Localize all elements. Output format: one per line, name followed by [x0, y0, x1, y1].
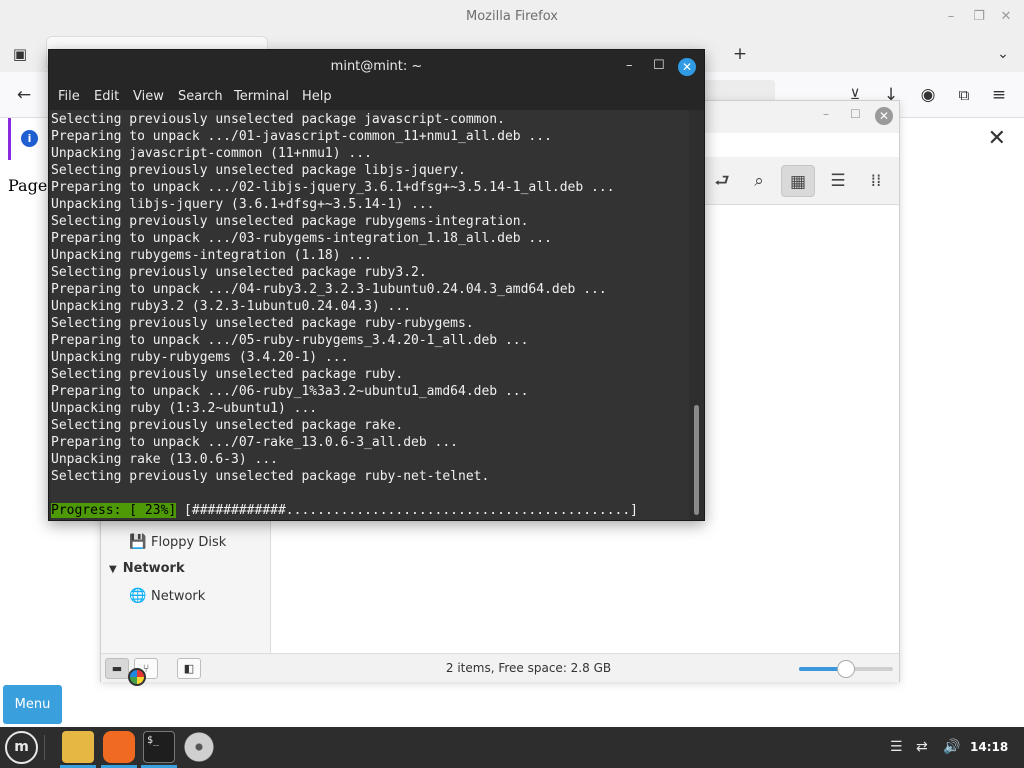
zoom-slider-handle[interactable]: [837, 660, 855, 678]
toggle-location-icon[interactable]: ⮐: [705, 165, 739, 197]
terminal-line: Unpacking libjs-jquery (3.6.1+dfsg+~3.5.…: [51, 197, 435, 212]
terminal-output[interactable]: Selecting previously unselected package …: [51, 110, 689, 520]
extensions-icon[interactable]: ⧉: [953, 84, 975, 106]
terminal-titlebar: mint@mint: ~ – ☐ ✕: [49, 50, 704, 84]
terminal-line: Selecting previously unselected package …: [51, 214, 529, 229]
notes-icon[interactable]: ☰: [890, 739, 903, 755]
terminal-line: Selecting previously unselected package …: [51, 265, 427, 280]
menu-file[interactable]: File: [58, 89, 80, 104]
progress-line: Progress: [ 23%] [############..........…: [51, 502, 638, 519]
minimize-icon[interactable]: –: [942, 9, 960, 24]
minimize-icon[interactable]: –: [626, 58, 633, 73]
sidebar-section-label: Network: [122, 561, 185, 576]
terminal-line: Selecting previously unselected package …: [51, 469, 490, 484]
floppy-icon: 💾: [129, 534, 147, 550]
terminal-window: mint@mint: ~ – ☐ ✕ File Edit View Search…: [48, 49, 705, 521]
clock[interactable]: 14:18: [970, 740, 1008, 754]
menu-edit[interactable]: Edit: [94, 89, 119, 104]
terminal-line: Unpacking rake (13.0.6-3) ...: [51, 452, 278, 467]
terminal-line: Unpacking javascript-common (11+nmu1) ..…: [51, 146, 372, 161]
chevron-down-icon[interactable]: ⌄: [992, 43, 1014, 65]
close-icon[interactable]: ✕: [997, 9, 1015, 24]
search-icon[interactable]: ⌕: [742, 165, 776, 197]
file-manager-statusbar: ▬ ⑂ ◧ 2 items, Free space: 2.8 GB: [101, 653, 899, 682]
progress-label: Progress: [ 23%]: [51, 503, 177, 518]
terminal-title: mint@mint: ~: [330, 59, 423, 74]
terminal-line: Selecting previously unselected package …: [51, 418, 404, 433]
terminal-line: Unpacking rubygems-integration (1.18) ..…: [51, 248, 372, 263]
progress-bar: [############...........................…: [176, 503, 639, 518]
terminal-line: Preparing to unpack .../06-ruby_1%3a3.2~…: [51, 384, 529, 399]
terminal-line: Unpacking ruby-rubygems (3.4.20-1) ...: [51, 350, 349, 365]
info-icon: i: [21, 130, 38, 147]
menu-view[interactable]: View: [133, 89, 164, 104]
menu-button[interactable]: Menu: [3, 685, 62, 724]
terminal-line: Selecting previously unselected package …: [51, 316, 474, 331]
sidebar-item-floppy[interactable]: 💾 Floppy Disk: [129, 534, 226, 550]
firefox-titlebar: Mozilla Firefox – ❐ ✕: [0, 0, 1024, 36]
list-view-icon[interactable]: ☰: [821, 165, 855, 197]
menu-help[interactable]: Help: [302, 89, 332, 104]
hide-sidebar-icon[interactable]: ◧: [177, 658, 201, 679]
status-text: 2 items, Free space: 2.8 GB: [445, 661, 612, 675]
icon-view-icon[interactable]: ▦: [781, 165, 815, 197]
sidebar-section-network[interactable]: ▼ Network: [109, 561, 185, 576]
terminal-line: Unpacking ruby3.2 (3.2.3-1ubuntu0.24.04.…: [51, 299, 412, 314]
volume-icon[interactable]: 🔊: [943, 739, 960, 755]
terminal-line: Preparing to unpack .../05-ruby-rubygems…: [51, 333, 529, 348]
triangle-down-icon: ▼: [109, 564, 117, 575]
firefox-app-icon[interactable]: [103, 731, 135, 763]
new-tab-icon[interactable]: +: [729, 43, 751, 65]
terminal-line: Selecting previously unselected package …: [51, 163, 466, 178]
close-notification-icon[interactable]: ✕: [988, 126, 1006, 151]
terminal-scrollbar[interactable]: [694, 405, 699, 515]
terminal-line: Preparing to unpack .../07-rake_13.0.6-3…: [51, 435, 458, 450]
terminal-line: Preparing to unpack .../04-ruby3.2_3.2.3…: [51, 282, 607, 297]
zoom-slider[interactable]: [799, 660, 893, 678]
terminal-line: Preparing to unpack .../03-rubygems-inte…: [51, 231, 552, 246]
terminal-line: Preparing to unpack .../01-javascript-co…: [51, 129, 552, 144]
back-icon[interactable]: ←: [13, 84, 35, 106]
terminal-line: Unpacking ruby (1:3.2~ubuntu1) ...: [51, 401, 318, 416]
maximize-icon[interactable]: ☐: [850, 107, 861, 121]
files-app-icon[interactable]: [62, 731, 94, 763]
taskbar-separator: [44, 735, 45, 760]
taskbar: m $_ ☰ ⇄ 🔊 14:18: [0, 727, 1024, 768]
terminal-line: Selecting previously unselected package …: [51, 112, 505, 127]
terminal-line: Selecting previously unselected package …: [51, 367, 404, 382]
tab-overview-icon[interactable]: ▣: [9, 43, 31, 65]
terminal-menubar: File Edit View Search Terminal Help: [49, 84, 704, 110]
sidebar-item-label: Floppy Disk: [151, 535, 227, 550]
mint-menu-icon[interactable]: m: [5, 731, 38, 764]
menu-terminal[interactable]: Terminal: [234, 89, 289, 104]
sidebar-item-label: Network: [151, 589, 206, 604]
disc-app-icon[interactable]: [183, 731, 215, 763]
globe-icon: 🌐: [129, 588, 147, 604]
terminal-app-icon[interactable]: $_: [143, 731, 175, 763]
firefox-title: Mozilla Firefox: [466, 9, 558, 24]
places-sidebar-icon[interactable]: ▬: [105, 658, 129, 679]
terminal-line: Preparing to unpack .../02-libjs-jquery_…: [51, 180, 615, 195]
maximize-icon[interactable]: ☐: [653, 58, 665, 73]
minimize-icon[interactable]: –: [823, 107, 829, 121]
maximize-icon[interactable]: ❐: [970, 9, 988, 24]
sidebar-item-network[interactable]: 🌐 Network: [129, 588, 205, 604]
close-icon[interactable]: ✕: [875, 107, 893, 125]
compact-view-icon[interactable]: ⁞⁞: [859, 165, 893, 197]
color-picker-icon: [128, 668, 146, 686]
menu-search[interactable]: Search: [178, 89, 223, 104]
hamburger-menu-icon[interactable]: ≡: [988, 84, 1010, 106]
close-icon[interactable]: ✕: [678, 58, 696, 76]
account-icon[interactable]: ◉: [917, 84, 939, 106]
network-disconnected-icon[interactable]: ⇄: [916, 739, 928, 755]
page-text: Page: [8, 176, 48, 195]
